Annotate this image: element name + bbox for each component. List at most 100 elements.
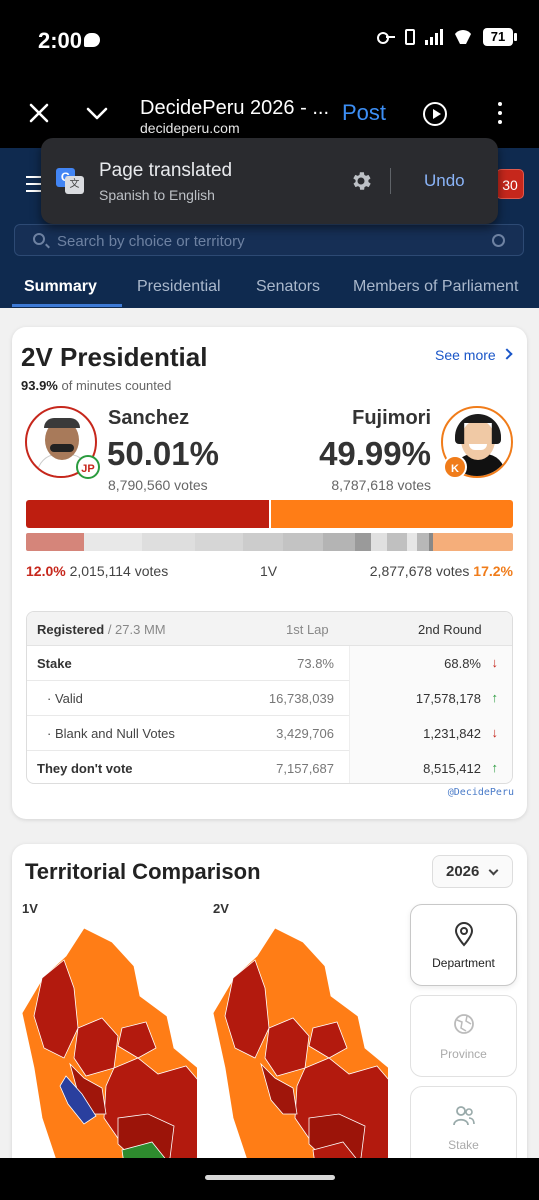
system-nav-bar — [0, 1158, 539, 1200]
row-first-value: 73.8% — [297, 656, 334, 671]
first-round-right: 2,877,678 votes 17.2% — [370, 563, 513, 579]
candidate-right-party-logo: K — [443, 455, 467, 479]
page-domain: decideperu.com — [140, 120, 240, 136]
post-button[interactable]: Post — [342, 100, 386, 126]
level-department-button[interactable]: Department — [410, 904, 517, 986]
candidate-right-votes: 8,787,618 votes — [331, 477, 431, 493]
search-bar[interactable] — [14, 224, 524, 256]
first-round-left: 12.0% 2,015,114 votes — [26, 563, 168, 579]
table-row: · Blank and Null Votes 3,429,706 1,231,8… — [27, 716, 512, 751]
first-lap-header: 1st Lap — [286, 622, 329, 637]
tab-summary[interactable]: Summary — [24, 278, 97, 296]
section-tabs: Summary Presidential Senators Members of… — [0, 272, 539, 308]
candidate-right-name: Fujimori — [352, 407, 431, 429]
candidate-left-name: Sanchez — [108, 407, 190, 429]
google-translate-icon: G文 — [56, 168, 84, 194]
first-round-strip — [26, 533, 513, 551]
main-content: 2V Presidential See more 93.9% of minute… — [0, 308, 539, 1158]
first-round-label: 1V — [260, 563, 278, 579]
see-more-link[interactable]: See more — [435, 347, 496, 363]
first-round-right-votes: 2,877,678 votes — [369, 563, 470, 579]
table-header: Registered / 27.3 MM 1st Lap 2nd Round — [27, 612, 512, 646]
territorial-card: Territorial Comparison 2026 1V 2V Depart… — [12, 844, 527, 1158]
location-pin-icon — [454, 922, 474, 947]
row-first-value: 16,738,039 — [268, 691, 334, 706]
counted-text: 93.9% of minutes counted — [21, 378, 172, 393]
arrow-up-icon: ↑ — [491, 760, 499, 775]
popup-divider — [390, 168, 391, 194]
chevron-down-icon[interactable] — [84, 100, 110, 126]
play-icon[interactable] — [423, 102, 447, 126]
credit-label: @DecidePeru — [447, 787, 514, 798]
gear-icon[interactable] — [349, 169, 373, 193]
wifi-icon — [453, 30, 473, 44]
chat-notification-icon — [84, 33, 100, 47]
presidential-card: 2V Presidential See more 93.9% of minute… — [12, 327, 527, 819]
first-round-right-pct: 17.2% — [473, 563, 513, 579]
level-department-label: Department — [432, 956, 495, 970]
map-label-1v: 1V — [22, 901, 38, 916]
locate-icon[interactable] — [492, 234, 505, 247]
table-row: Stake 73.8% 68.8% ↓ — [27, 646, 512, 681]
globe-icon — [454, 1014, 474, 1034]
row-label: · Valid — [47, 691, 83, 706]
level-province-button[interactable]: Province — [410, 995, 517, 1077]
close-icon[interactable] — [26, 100, 52, 126]
candidate-left-percentage: 50.01% — [107, 435, 219, 472]
status-time: 2:00 — [38, 28, 83, 53]
people-icon — [453, 1106, 475, 1126]
map-first-round[interactable] — [22, 918, 197, 1158]
translate-popup-title: Page translated — [99, 160, 233, 181]
status-icons: 71 — [377, 28, 517, 46]
active-tab-indicator — [12, 304, 122, 307]
card-title: 2V Presidential — [21, 342, 208, 372]
tab-senators[interactable]: Senators — [256, 278, 320, 296]
tab-members-of-parliament[interactable]: Members of Parliament — [353, 278, 518, 296]
map-label-2v: 2V — [213, 901, 229, 916]
translate-popup: G文 Page translated Spanish to English Un… — [41, 138, 498, 224]
first-round-left-pct: 12.0% — [26, 563, 66, 579]
arrow-down-icon: ↓ — [491, 655, 499, 670]
translate-popup-subtitle: Spanish to English — [99, 187, 215, 203]
vpn-key-icon — [377, 32, 395, 44]
vote-share-bar — [26, 500, 513, 528]
home-gesture-handle[interactable] — [205, 1175, 335, 1180]
signal-icon — [425, 29, 443, 45]
notification-badge[interactable]: 30 — [496, 169, 524, 199]
status-bar: 2:00 71 — [0, 0, 539, 80]
level-stake-button[interactable]: Stake — [410, 1086, 517, 1158]
candidate-left-votes: 8,790,560 votes — [108, 477, 208, 493]
registered-header: Registered / 27.3 MM — [37, 622, 166, 637]
tab-presidential[interactable]: Presidential — [137, 278, 221, 296]
year-select[interactable]: 2026 — [432, 855, 513, 888]
first-round-left-votes: 2,015,114 votes — [69, 563, 169, 579]
search-input[interactable] — [57, 230, 477, 252]
territorial-title: Territorial Comparison — [25, 859, 261, 884]
search-icon — [33, 233, 45, 245]
row-second-value: 17,578,178 — [415, 691, 481, 706]
participation-table: Registered / 27.3 MM 1st Lap 2nd Round S… — [26, 611, 513, 784]
arrow-down-icon: ↓ — [491, 725, 499, 740]
row-label: · Blank and Null Votes — [47, 726, 175, 741]
row-second-value: 68.8% — [444, 656, 481, 671]
level-stake-label: Stake — [448, 1138, 479, 1152]
candidate-right-percentage: 49.99% — [319, 435, 431, 472]
page-title: DecidePeru 2026 - ... — [140, 97, 329, 119]
vibrate-icon — [405, 29, 415, 45]
second-round-header: 2nd Round — [418, 622, 482, 637]
row-second-value: 1,231,842 — [423, 726, 481, 741]
row-label: Stake — [37, 656, 72, 671]
candidate-left-party-logo: JP — [76, 455, 100, 479]
undo-button[interactable]: Undo — [424, 171, 465, 191]
level-province-label: Province — [440, 1047, 487, 1061]
battery-icon: 71 — [483, 28, 517, 46]
vote-share-right — [271, 500, 513, 528]
more-options-icon[interactable] — [498, 102, 502, 124]
map-second-round[interactable] — [213, 918, 388, 1158]
menu-icon[interactable] — [26, 176, 42, 197]
vote-share-left — [26, 500, 269, 528]
row-first-value: 3,429,706 — [276, 726, 334, 741]
row-first-value: 7,157,687 — [276, 761, 334, 776]
row-label: They don't vote — [37, 761, 133, 776]
table-row: · Valid 16,738,039 17,578,178 ↑ — [27, 681, 512, 716]
